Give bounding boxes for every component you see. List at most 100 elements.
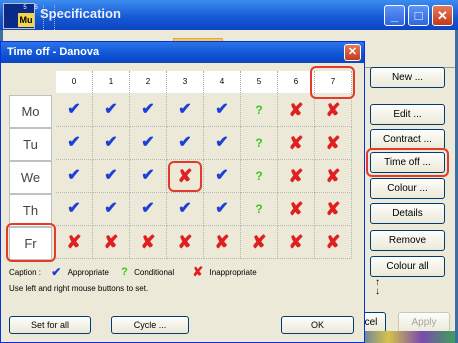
time-off-cell[interactable]: ✘	[278, 127, 315, 160]
time-off-cell[interactable]: ✘	[315, 127, 352, 160]
time-off-cell[interactable]: ✔	[167, 193, 204, 226]
cross-icon: ✘	[177, 232, 193, 252]
time-off-cell[interactable]: ✘	[56, 226, 93, 259]
period-7-highlight	[310, 66, 355, 99]
tick-icon: ✔	[178, 101, 192, 118]
colour-button[interactable]: Colour ...	[370, 178, 445, 199]
tick-icon: ✔	[141, 200, 155, 217]
time-off-cell[interactable]: ✔	[130, 193, 167, 226]
time-off-cell[interactable]: ✔	[130, 160, 167, 193]
apply-button[interactable]: Apply	[398, 312, 450, 333]
conditional-icon: ?	[255, 136, 263, 150]
time-off-cell[interactable]: ✘	[204, 226, 241, 259]
period-header[interactable]: 1	[93, 71, 130, 93]
cross-icon: ✘	[288, 133, 304, 153]
period-header[interactable]: 5	[241, 71, 278, 93]
tick-icon: ✔	[178, 200, 192, 217]
day-label[interactable]: Tu	[9, 128, 52, 161]
time-off-cell[interactable]: ✘	[315, 226, 352, 259]
time-off-cell[interactable]: ✔	[204, 193, 241, 226]
friday-highlight	[6, 223, 56, 262]
time-off-cell[interactable]: ✔	[204, 127, 241, 160]
period-header[interactable]: 0	[56, 71, 93, 93]
cross-icon: ✘	[251, 232, 267, 252]
window-title: Specification	[40, 6, 121, 21]
minimize-icon: _	[390, 8, 399, 23]
dialog-title-bar[interactable]: Time off - Danova ✕	[1, 42, 364, 63]
set-for-all-button[interactable]: Set for all	[9, 316, 91, 334]
time-off-cell[interactable]: ✘	[278, 94, 315, 127]
time-off-cell[interactable]: ✔	[56, 193, 93, 226]
time-off-cell[interactable]: ✔	[93, 94, 130, 127]
time-off-highlight	[366, 148, 449, 177]
reorder-arrows[interactable]: ↑ ↓	[375, 278, 380, 297]
time-off-cell[interactable]: ✘	[167, 226, 204, 259]
time-off-cell[interactable]: ✔	[93, 160, 130, 193]
time-off-cell[interactable]: ✘	[278, 226, 315, 259]
contract-button[interactable]: Contract ...	[370, 129, 445, 150]
ok-button[interactable]: OK	[281, 316, 354, 334]
close-button[interactable]: ✕	[432, 5, 453, 26]
period-header[interactable]: 3	[167, 71, 204, 93]
time-off-cell[interactable]: ?	[241, 160, 278, 193]
time-off-cell[interactable]: ✘	[93, 226, 130, 259]
tick-icon: ✔	[141, 167, 155, 184]
time-off-cell[interactable]: ✔	[93, 193, 130, 226]
time-off-cell[interactable]: ✘	[315, 193, 352, 226]
app-icon: 5 5 Mu	[3, 3, 55, 38]
cycle-button[interactable]: Cycle ...	[111, 316, 189, 334]
details-button[interactable]: Details	[370, 203, 445, 224]
maximize-icon: □	[414, 8, 423, 23]
tick-icon: ✔	[104, 200, 118, 217]
time-off-cell[interactable]: ✔	[93, 127, 130, 160]
new-button[interactable]: New ...	[370, 67, 445, 88]
time-off-cell[interactable]: ✘	[130, 226, 167, 259]
time-off-cell[interactable]: ✔	[56, 127, 93, 160]
cross-icon: ✘	[288, 100, 304, 120]
time-off-cell[interactable]: ✘	[278, 193, 315, 226]
cross-icon: ✘	[66, 232, 82, 252]
cross-icon: ✘	[288, 232, 304, 252]
time-off-cell[interactable]: ✔	[56, 94, 93, 127]
time-off-cell[interactable]: ✔	[167, 127, 204, 160]
tick-icon: ✔	[67, 167, 81, 184]
arrow-down-icon[interactable]: ↓	[375, 287, 380, 297]
colour-all-button[interactable]: Colour all	[370, 256, 445, 277]
cross-icon: ✘	[325, 100, 341, 120]
edit-button[interactable]: Edit ...	[370, 104, 445, 125]
tick-icon: ✔	[215, 167, 229, 184]
cell-we-3-highlight	[168, 161, 202, 192]
dialog-close-button[interactable]: ✕	[344, 44, 361, 61]
time-off-cell[interactable]: ✔	[56, 160, 93, 193]
window-title-bar[interactable]: 5 5 Mu Specification _ □ ✕	[0, 0, 458, 38]
period-header[interactable]: 4	[204, 71, 241, 93]
time-off-cell[interactable]: ✘	[241, 226, 278, 259]
tick-icon: ✔	[104, 167, 118, 184]
time-off-cell[interactable]: ✘	[278, 160, 315, 193]
time-off-cell[interactable]: ✔	[204, 94, 241, 127]
period-header[interactable]: 2	[130, 71, 167, 93]
legend-conditional: Conditional	[134, 267, 175, 277]
conditional-icon: ?	[255, 169, 263, 183]
minimize-button[interactable]: _	[384, 5, 405, 26]
time-off-cell[interactable]: ✔	[130, 94, 167, 127]
time-off-cell[interactable]: ✘	[315, 160, 352, 193]
app-icon-badge: Mu	[18, 13, 34, 27]
tick-icon: ✔	[67, 134, 81, 151]
time-off-cell[interactable]: ?	[241, 193, 278, 226]
tick-icon: ✔	[141, 101, 155, 118]
tick-icon: ✔	[67, 200, 81, 217]
cross-icon: ✘	[325, 199, 341, 219]
tick-icon: ✔	[178, 134, 192, 151]
remove-button[interactable]: Remove	[370, 230, 445, 251]
time-off-cell[interactable]: ✔	[167, 94, 204, 127]
conditional-icon: ?	[255, 103, 263, 117]
time-off-cell[interactable]: ?	[241, 127, 278, 160]
day-label[interactable]: We	[9, 161, 52, 194]
time-off-dialog: Time off - Danova ✕ 0 1 2 3 4 5 6 7 Mo ✔ ✔ ✔ ✔ ✔? ✘ ✘ Tu…	[0, 41, 365, 343]
maximize-button[interactable]: □	[408, 5, 429, 26]
time-off-cell[interactable]: ✔	[130, 127, 167, 160]
time-off-cell[interactable]: ✔	[204, 160, 241, 193]
day-label[interactable]: Mo	[9, 95, 52, 128]
time-off-cell[interactable]: ?	[241, 94, 278, 127]
